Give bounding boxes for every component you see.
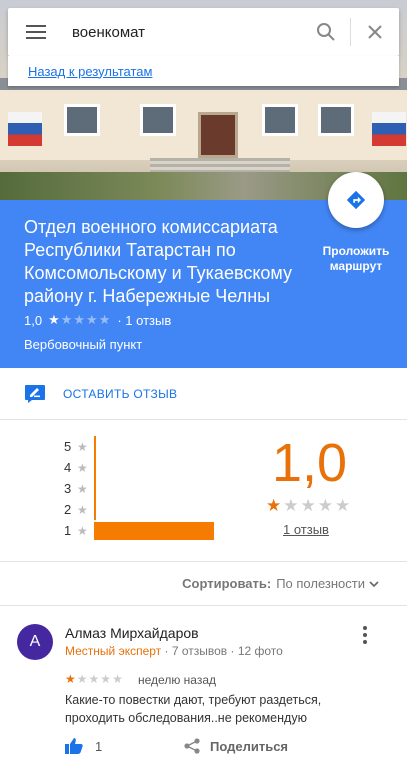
back-to-results-link[interactable]: Назад к результатам bbox=[28, 64, 152, 79]
more-options-icon[interactable] bbox=[358, 626, 372, 646]
star-icon: ★ bbox=[77, 502, 88, 517]
star-empty-icon: ★ bbox=[76, 672, 89, 686]
star-empty-icon: ★ bbox=[60, 312, 74, 327]
back-bar: Назад к результатам bbox=[8, 56, 399, 86]
route-button[interactable] bbox=[328, 172, 384, 228]
rating-histogram: 1,0 ★★★★★ 1 отзыв 5 ★ 4 ★ 3 ★ 2 ★ 1 ★ bbox=[0, 420, 407, 562]
route-label[interactable]: Проложить маршрут bbox=[312, 244, 400, 274]
star-empty-icon: ★ bbox=[283, 496, 301, 515]
photo-window bbox=[318, 104, 354, 136]
photo-window bbox=[262, 104, 298, 136]
star-empty-icon: ★ bbox=[73, 312, 87, 327]
like-button[interactable]: 1 bbox=[65, 738, 102, 754]
histogram-bar-empty bbox=[94, 478, 96, 499]
star-empty-icon: ★ bbox=[335, 496, 353, 515]
thumbs-up-icon bbox=[65, 738, 83, 754]
star-empty-icon: ★ bbox=[86, 312, 99, 327]
star-icon: ★ bbox=[77, 481, 88, 496]
author-stats: · 7 отзывов · 12 фото bbox=[161, 644, 283, 658]
photo-window bbox=[64, 104, 100, 136]
sort-control[interactable]: Сортировать: По полезности bbox=[0, 562, 407, 606]
search-icon[interactable] bbox=[306, 12, 346, 52]
histogram-star-label: 3 bbox=[64, 481, 72, 496]
directions-icon bbox=[346, 190, 366, 210]
histogram-bar bbox=[94, 522, 214, 540]
write-review-button[interactable]: ОСТАВИТЬ ОТЗЫВ bbox=[0, 368, 407, 420]
star-empty-icon: ★ bbox=[300, 496, 318, 515]
write-review-icon bbox=[25, 384, 45, 403]
rating-value: 1,0 bbox=[24, 312, 43, 328]
star-icon: ★ bbox=[77, 439, 88, 454]
sort-value: По полезности bbox=[276, 576, 365, 591]
star-icon: ★ bbox=[77, 460, 88, 475]
avatar[interactable]: А bbox=[17, 624, 53, 660]
photo-banner bbox=[8, 112, 42, 146]
histogram-star-label: 2 bbox=[64, 502, 72, 517]
reviews-count[interactable]: · 1 отзыв bbox=[117, 313, 171, 328]
star-filled-icon: ★ bbox=[65, 672, 77, 686]
place-category: Вербовочный пункт bbox=[24, 337, 143, 352]
histogram-bar-empty bbox=[94, 436, 96, 457]
local-guide-badge: Местный эксперт bbox=[65, 644, 162, 658]
place-title: Отдел военного комиссариата Республики Т… bbox=[24, 217, 292, 306]
close-icon[interactable] bbox=[355, 12, 395, 52]
histogram-star-label: 4 bbox=[64, 460, 72, 475]
star-filled-icon: ★ bbox=[266, 496, 284, 515]
star-filled-icon: ★ bbox=[48, 312, 61, 327]
star-empty-icon: ★ bbox=[317, 496, 335, 515]
summary-rating: 1,0 bbox=[272, 433, 348, 493]
share-label: Поделиться bbox=[210, 738, 289, 754]
share-icon bbox=[184, 738, 200, 754]
summary-reviews-link[interactable]: 1 отзыв bbox=[283, 522, 329, 537]
search-divider bbox=[350, 18, 351, 46]
rating-row: 1,0 ★★★★★ · 1 отзыв bbox=[24, 312, 171, 328]
review-author[interactable]: Алмаз Мирхайдаров bbox=[65, 625, 199, 641]
review-stars: ★★★★★ bbox=[65, 672, 124, 686]
review-time: неделю назад bbox=[138, 673, 216, 687]
histogram-star-label: 1 bbox=[64, 523, 72, 538]
histogram-bar-empty bbox=[94, 457, 96, 478]
photo-door bbox=[198, 112, 238, 158]
star-empty-icon: ★ bbox=[100, 672, 113, 686]
histogram-row: 1 ★ bbox=[64, 520, 214, 541]
search-bar: военкомат bbox=[8, 8, 399, 56]
histogram-star-label: 5 bbox=[64, 439, 72, 454]
histogram-row: 2 ★ bbox=[64, 499, 96, 520]
star-icon: ★ bbox=[77, 523, 88, 538]
photo-banner bbox=[372, 112, 406, 146]
histogram-row: 3 ★ bbox=[64, 478, 96, 499]
star-empty-icon: ★ bbox=[88, 672, 101, 686]
share-button[interactable]: Поделиться bbox=[184, 738, 288, 754]
histogram-row: 5 ★ bbox=[64, 436, 96, 457]
rating-stars: ★★★★★ bbox=[48, 312, 111, 328]
menu-icon[interactable] bbox=[26, 25, 46, 39]
histogram-row: 4 ★ bbox=[64, 457, 96, 478]
write-review-label: ОСТАВИТЬ ОТЗЫВ bbox=[63, 386, 178, 401]
star-empty-icon: ★ bbox=[112, 672, 124, 686]
review-card: А Алмаз Мирхайдаров Местный эксперт · 7 … bbox=[0, 606, 407, 772]
review-text: Какие-то повестки дают, требуют раздетьс… bbox=[65, 693, 322, 725]
sort-label: Сортировать: bbox=[182, 576, 272, 591]
chevron-down-icon bbox=[369, 580, 379, 587]
review-author-meta: Местный эксперт · 7 отзывов · 12 фото bbox=[65, 644, 283, 658]
search-input[interactable]: военкомат bbox=[72, 24, 306, 41]
histogram-bar-empty bbox=[94, 499, 96, 520]
star-empty-icon: ★ bbox=[98, 312, 112, 327]
photo-window bbox=[140, 104, 176, 136]
summary-stars: ★★★★★ bbox=[266, 496, 352, 516]
like-count: 1 bbox=[95, 738, 103, 754]
